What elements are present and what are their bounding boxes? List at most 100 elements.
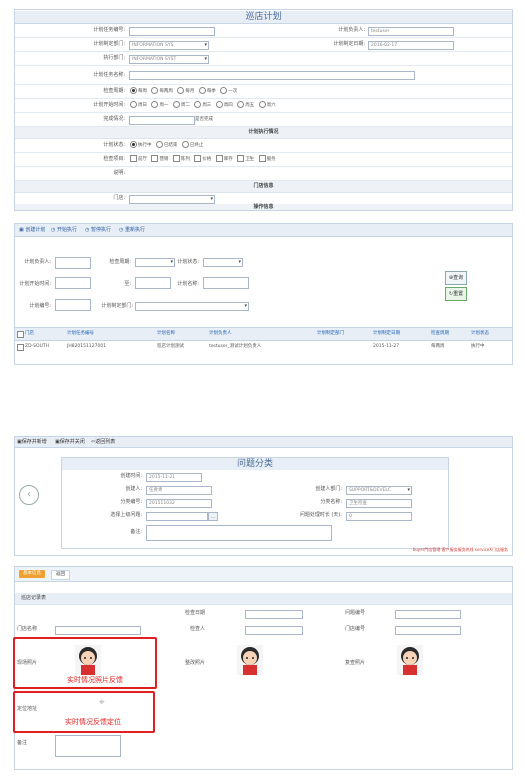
checkbox-icon[interactable] (237, 155, 245, 162)
list-toolbar: ▣ 创建计划 ◷ 开始执行 ◷ 暂停执行 ◷ 重新执行 (15, 224, 512, 237)
plan-no-label: 计划任务编号: (93, 27, 125, 33)
radio-icon[interactable] (172, 101, 180, 108)
days-input[interactable]: 0 (346, 512, 412, 521)
checkbox-icon[interactable] (130, 155, 137, 162)
radio-icon[interactable] (220, 87, 228, 94)
parent-picker-button[interactable]: … (208, 512, 218, 521)
parent-input[interactable] (146, 512, 208, 521)
dept-label: 计划制定部门: (93, 41, 125, 47)
creator-dept-select[interactable]: SUPPORT&DEVELC (346, 486, 412, 495)
class-no-label: 分类编号: (120, 499, 142, 505)
input-a2[interactable] (245, 610, 303, 619)
radio-icon[interactable] (237, 101, 245, 108)
filter-dept-label: 计划制定部门: (101, 303, 133, 309)
row-status: 计划状态: 执行中 已结束 已终止 (15, 139, 512, 153)
radio-icon[interactable] (155, 141, 163, 148)
restart-exec-button[interactable]: ◷ 重新执行 (119, 224, 145, 236)
tab-back[interactable]: 返回 (51, 570, 70, 580)
annotation-photo-text: 实时情况照片反馈 (67, 676, 123, 684)
pause-exec-button[interactable]: ◷ 暂停执行 (85, 224, 111, 236)
create-time-input[interactable]: 2015-11-21 (146, 473, 202, 482)
col-store[interactable]: 门店 (25, 328, 34, 340)
creator-label: 创建人: (125, 486, 142, 492)
record-tabs: 基本信息 返回 (15, 567, 512, 582)
filter-plan-no-input[interactable] (55, 299, 91, 311)
filter-responsible-input[interactable] (55, 257, 91, 269)
row-dept: 计划制定部门: INFORMATION SYS 计划制定日期: 2016-02-… (15, 38, 512, 52)
filter-responsible-label: 计划负责人: (24, 259, 51, 265)
filter-start-input[interactable] (55, 277, 91, 289)
input-b1[interactable] (55, 626, 141, 635)
dept-select[interactable]: INFORMATION SYS (129, 41, 209, 50)
filter-status-select[interactable] (203, 258, 243, 267)
weekday-label: 计划开始时间: (93, 102, 125, 108)
checkbox-icon[interactable] (194, 155, 202, 162)
date-input[interactable]: 2016-02-17 (368, 41, 454, 50)
radio-icon[interactable] (151, 87, 159, 94)
checkbox-icon[interactable] (151, 155, 159, 162)
filter-name-input[interactable] (203, 277, 249, 289)
checkbox-icon[interactable] (172, 155, 180, 162)
radio-icon[interactable] (130, 87, 137, 94)
status-radio-group[interactable]: 执行中 已结束 已终止 (127, 139, 203, 152)
create-plan-button[interactable]: ▣ 创建计划 (19, 224, 45, 236)
table-row[interactable]: ZD-SOUTH JH820151127001 巡店计划测试 testuser_… (15, 341, 512, 353)
radio-icon[interactable] (130, 141, 137, 148)
exec-dept-select[interactable]: INFORMATION SYST (129, 55, 209, 64)
start-exec-button[interactable]: ◷ 开始执行 (51, 224, 77, 236)
filter-to-input[interactable] (135, 277, 171, 289)
class-no-input[interactable]: 201511032 (146, 499, 212, 508)
input-a1[interactable] (395, 626, 461, 635)
avatar-photo-2[interactable] (237, 645, 263, 675)
col-date[interactable]: 计划制定日期 (373, 328, 400, 340)
input-b2[interactable] (245, 626, 303, 635)
creator-input[interactable]: 任青青 (146, 486, 212, 495)
row-checkbox[interactable] (17, 344, 24, 351)
responsible-label: 计划负责人: (338, 27, 365, 33)
col-plan-name[interactable]: 计划名称 (157, 328, 175, 340)
class-remark-textarea[interactable] (146, 525, 332, 541)
plan-no-input[interactable] (129, 27, 215, 36)
radio-icon[interactable] (198, 87, 206, 94)
responsible-input[interactable]: testuser (368, 27, 454, 36)
radio-icon[interactable] (181, 141, 189, 148)
radio-icon[interactable] (177, 87, 185, 94)
radio-icon[interactable] (194, 101, 202, 108)
col-cycle[interactable]: 检查周期 (431, 328, 449, 340)
weekday-radio-group[interactable]: 周日 周一 周二 周三 周四 周五 周六 (127, 99, 276, 112)
avatar-photo-3[interactable] (397, 645, 423, 675)
checkbox-icon[interactable] (215, 155, 223, 162)
radio-icon[interactable] (258, 101, 266, 108)
radio-icon[interactable] (151, 101, 159, 108)
select-all-checkbox[interactable] (17, 331, 24, 338)
plan-name-input[interactable] (129, 71, 415, 80)
check-group[interactable]: 前厅 营销 陈列 价格 库存 卫生 服务 (127, 153, 276, 166)
store-select[interactable] (129, 195, 215, 204)
filter-cycle-select[interactable] (135, 258, 175, 267)
filter-plan-no-label: 计划编号: (29, 303, 51, 309)
record-remark-textarea[interactable] (55, 735, 121, 757)
col-dept[interactable]: 计划制定部门 (317, 328, 344, 340)
input-b3[interactable] (395, 610, 461, 619)
class-name-input[interactable]: 卫生检查 (346, 499, 412, 508)
filter-cycle-label: 检查周期: (109, 259, 131, 265)
radio-icon[interactable] (215, 101, 223, 108)
class-form: 问题分类 创建时间: 2015-11-21 创建人: 任青青 创建人部门: SU… (61, 457, 449, 549)
col-responsible[interactable]: 计划负责人 (209, 328, 232, 340)
radio-icon[interactable] (130, 101, 137, 108)
col-status[interactable]: 计划状态 (471, 328, 489, 340)
remark-label: 说明: (113, 170, 125, 176)
search-button[interactable]: ⊕查询 (445, 271, 467, 285)
checkbox-icon[interactable] (258, 155, 266, 162)
save-close-button[interactable]: ▣保存并关闭 (55, 437, 85, 447)
cell-status: 执行中 (471, 344, 485, 349)
reset-button[interactable]: ↻重置 (445, 287, 467, 301)
filter-dept-select[interactable] (135, 302, 249, 311)
tab-basic[interactable]: 基本信息 (19, 570, 45, 578)
save-new-button[interactable]: ▣保存并新增 (17, 437, 47, 447)
back-list-button[interactable]: ⇦返回列表 (91, 437, 115, 447)
back-circle-icon[interactable]: ‹ (19, 485, 39, 505)
done-input[interactable] (129, 116, 195, 125)
col-plan-no[interactable]: 计划任务编号 (67, 328, 94, 340)
cycle-radio-group[interactable]: 每周 每两周 每月 每季 一次 (127, 85, 237, 98)
